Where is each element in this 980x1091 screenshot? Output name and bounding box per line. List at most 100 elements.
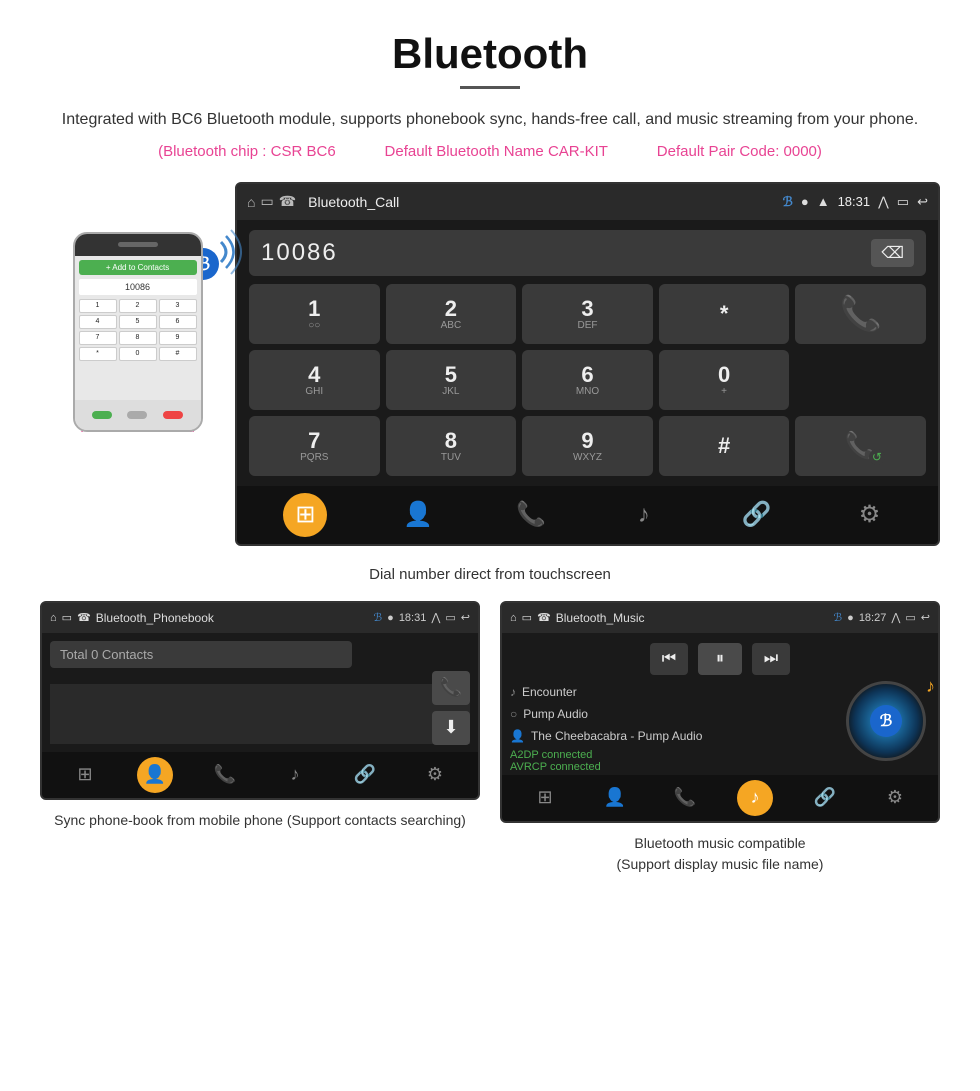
phone-add-contact: + Add to Contacts bbox=[79, 260, 197, 275]
phone-end-btn bbox=[163, 411, 183, 419]
nav-contacts[interactable]: 👤 bbox=[396, 493, 440, 537]
ms-title: Bluetooth_Music bbox=[556, 611, 829, 625]
pb-phone-icon: ☎ bbox=[77, 611, 91, 624]
key-7[interactable]: 7 PQRS bbox=[249, 416, 380, 476]
pb-back[interactable]: ↩ bbox=[461, 611, 470, 624]
ms-doc-icon: ▭ bbox=[522, 611, 532, 624]
pb-nav-link[interactable]: 🔗 bbox=[347, 757, 383, 793]
disc-icon-2: ○ bbox=[510, 707, 517, 721]
music-screen: ⌂ ▭ ☎ Bluetooth_Music ℬ ● 18:27 ⋀ ▭ ↩ ⏮ … bbox=[500, 601, 940, 823]
title-underline bbox=[460, 86, 520, 89]
ms-back[interactable]: ↩ bbox=[921, 611, 930, 624]
home-icon: ⌂ bbox=[247, 194, 255, 210]
next-button[interactable]: ⏭ bbox=[752, 643, 790, 675]
pb-nav-settings[interactable]: ⚙ bbox=[417, 757, 453, 793]
download-action-btn[interactable]: ⬇ bbox=[432, 711, 470, 745]
contacts-list-empty bbox=[50, 684, 470, 744]
track-name-3: The Cheebacabra - Pump Audio bbox=[531, 729, 702, 743]
phone-key-4: 4 bbox=[79, 315, 117, 329]
back-icon[interactable]: ↩ bbox=[917, 194, 928, 210]
phone-key-8: 8 bbox=[119, 331, 157, 345]
key-5[interactable]: 5 JKL bbox=[386, 350, 517, 410]
ms-nav-link[interactable]: 🔗 bbox=[807, 780, 843, 816]
phonebook-screen: ⌂ ▭ ☎ Bluetooth_Phonebook ℬ ● 18:31 ⋀ ▭ … bbox=[40, 601, 480, 800]
music-bottom-nav: ⊞ 👤 📞 ♪ 🔗 ⚙ bbox=[502, 775, 938, 821]
phonebook-topbar: ⌂ ▭ ☎ Bluetooth_Phonebook ℬ ● 18:31 ⋀ ▭ … bbox=[42, 603, 478, 633]
track-name-1: Encounter bbox=[522, 685, 577, 699]
spec-code: Default Pair Code: 0000) bbox=[657, 143, 822, 160]
nav-settings[interactable]: ⚙ bbox=[848, 493, 892, 537]
page-title: Bluetooth bbox=[60, 30, 920, 78]
track-1: ♪ Encounter bbox=[510, 681, 842, 703]
phonebook-action-buttons: 📞 ⬇ bbox=[432, 671, 470, 745]
bt-vinyl-icon: ℬ bbox=[870, 705, 902, 737]
pb-nav-dialpad[interactable]: ⊞ bbox=[67, 757, 103, 793]
pb-title: Bluetooth_Phonebook bbox=[96, 611, 369, 625]
signal-icon: ● bbox=[801, 194, 809, 209]
key-star[interactable]: * bbox=[659, 284, 790, 344]
play-pause-button[interactable]: ⏸ bbox=[698, 643, 742, 675]
ms-nav-settings[interactable]: ⚙ bbox=[877, 780, 913, 816]
vinyl-art: ℬ ♪ bbox=[846, 681, 926, 761]
key-hash[interactable]: # bbox=[659, 416, 790, 476]
pb-arrow: ⋀ bbox=[431, 611, 440, 624]
main-caption: Dial number direct from touchscreen bbox=[0, 556, 980, 601]
contact-search-box[interactable]: Total 0 Contacts bbox=[50, 641, 352, 668]
phonebook-wrap: ⌂ ▭ ☎ Bluetooth_Phonebook ℬ ● 18:31 ⋀ ▭ … bbox=[40, 601, 480, 879]
key-2[interactable]: 2 ABC bbox=[386, 284, 517, 344]
note-icon-1: ♪ bbox=[510, 685, 516, 699]
key-9[interactable]: 9 WXYZ bbox=[522, 416, 653, 476]
phone-illustration: ℬ + Add to Contacts 10086 1 2 bbox=[73, 212, 203, 412]
key-1[interactable]: 1 ○○ bbox=[249, 284, 380, 344]
pb-nav-call[interactable]: 📞 bbox=[207, 757, 243, 793]
recall-button[interactable]: 📞 ↺ bbox=[795, 416, 926, 476]
dial-input-row: 10086 ⌫ bbox=[249, 230, 926, 276]
key-8[interactable]: 8 TUV bbox=[386, 416, 517, 476]
nav-link[interactable]: 🔗 bbox=[735, 493, 779, 537]
pb-bt-icon: ℬ bbox=[374, 611, 383, 624]
window-icon: ▭ bbox=[897, 194, 909, 210]
nav-music[interactable]: ♪ bbox=[622, 493, 666, 537]
prev-button[interactable]: ⏮ bbox=[650, 643, 688, 675]
key-6[interactable]: 6 MNO bbox=[522, 350, 653, 410]
ms-window: ▭ bbox=[905, 611, 915, 624]
key-4[interactable]: 4 GHI bbox=[249, 350, 380, 410]
ms-nav-music[interactable]: ♪ bbox=[737, 780, 773, 816]
call-action-btn[interactable]: 📞 bbox=[432, 671, 470, 705]
pb-time: 18:31 bbox=[399, 612, 427, 624]
music-caption: Bluetooth music compatible(Support displ… bbox=[607, 823, 834, 879]
phonebook-content-area: Total 0 Contacts 📞 ⬇ bbox=[42, 633, 478, 744]
phone-keypad: 1 2 3 4 5 6 7 8 9 * 0 # bbox=[79, 299, 197, 361]
pb-nav-contacts[interactable]: 👤 bbox=[137, 757, 173, 793]
phone-key-2: 2 bbox=[119, 299, 157, 313]
car-topbar: ⌂ ▭ ☎ Bluetooth_Call ℬ ● ▲ 18:31 ⋀ ▭ ↩ bbox=[237, 184, 938, 220]
topbar-time: 18:31 bbox=[838, 194, 871, 209]
key-0[interactable]: 0 + bbox=[659, 350, 790, 410]
ms-nav-call[interactable]: 📞 bbox=[667, 780, 703, 816]
pb-nav-music[interactable]: ♪ bbox=[277, 757, 313, 793]
phone-speaker bbox=[118, 242, 158, 247]
ms-nav-dialpad[interactable]: ⊞ bbox=[527, 780, 563, 816]
spec-chip: (Bluetooth chip : CSR BC6 bbox=[158, 143, 336, 160]
page-specs: (Bluetooth chip : CSR BC6 Default Blueto… bbox=[60, 143, 920, 160]
wifi-icon: ▲ bbox=[817, 194, 830, 209]
call-button[interactable]: 📞 bbox=[795, 284, 926, 344]
phone-call-btn bbox=[92, 411, 112, 419]
ms-nav-contacts[interactable]: 👤 bbox=[597, 780, 633, 816]
bottom-screenshots: ⌂ ▭ ☎ Bluetooth_Phonebook ℬ ● 18:31 ⋀ ▭ … bbox=[0, 601, 980, 879]
music-content: ℬ ♪ ♪ Encounter ○ Pump Audio 👤 The Cheeb… bbox=[502, 681, 938, 775]
phone-key-6: 6 bbox=[159, 315, 197, 329]
nav-call[interactable]: 📞 bbox=[509, 493, 553, 537]
track-2: ○ Pump Audio bbox=[510, 703, 842, 725]
pb-doc-icon: ▭ bbox=[62, 611, 72, 624]
pb-window: ▭ bbox=[445, 611, 455, 624]
phonebook-caption: Sync phone-book from mobile phone (Suppo… bbox=[44, 800, 476, 835]
nav-dialpad[interactable]: ⊞ bbox=[283, 493, 327, 537]
topbar-title: Bluetooth_Call bbox=[308, 194, 774, 210]
key-3[interactable]: 3 DEF bbox=[522, 284, 653, 344]
page-header: Bluetooth Integrated with BC6 Bluetooth … bbox=[0, 0, 980, 182]
music-controls: ⏮ ⏸ ⏭ bbox=[502, 633, 938, 681]
backspace-button[interactable]: ⌫ bbox=[871, 239, 914, 267]
phone-number-display: 10086 bbox=[79, 279, 197, 295]
avrcp-status: AVRCP connected bbox=[510, 761, 930, 773]
